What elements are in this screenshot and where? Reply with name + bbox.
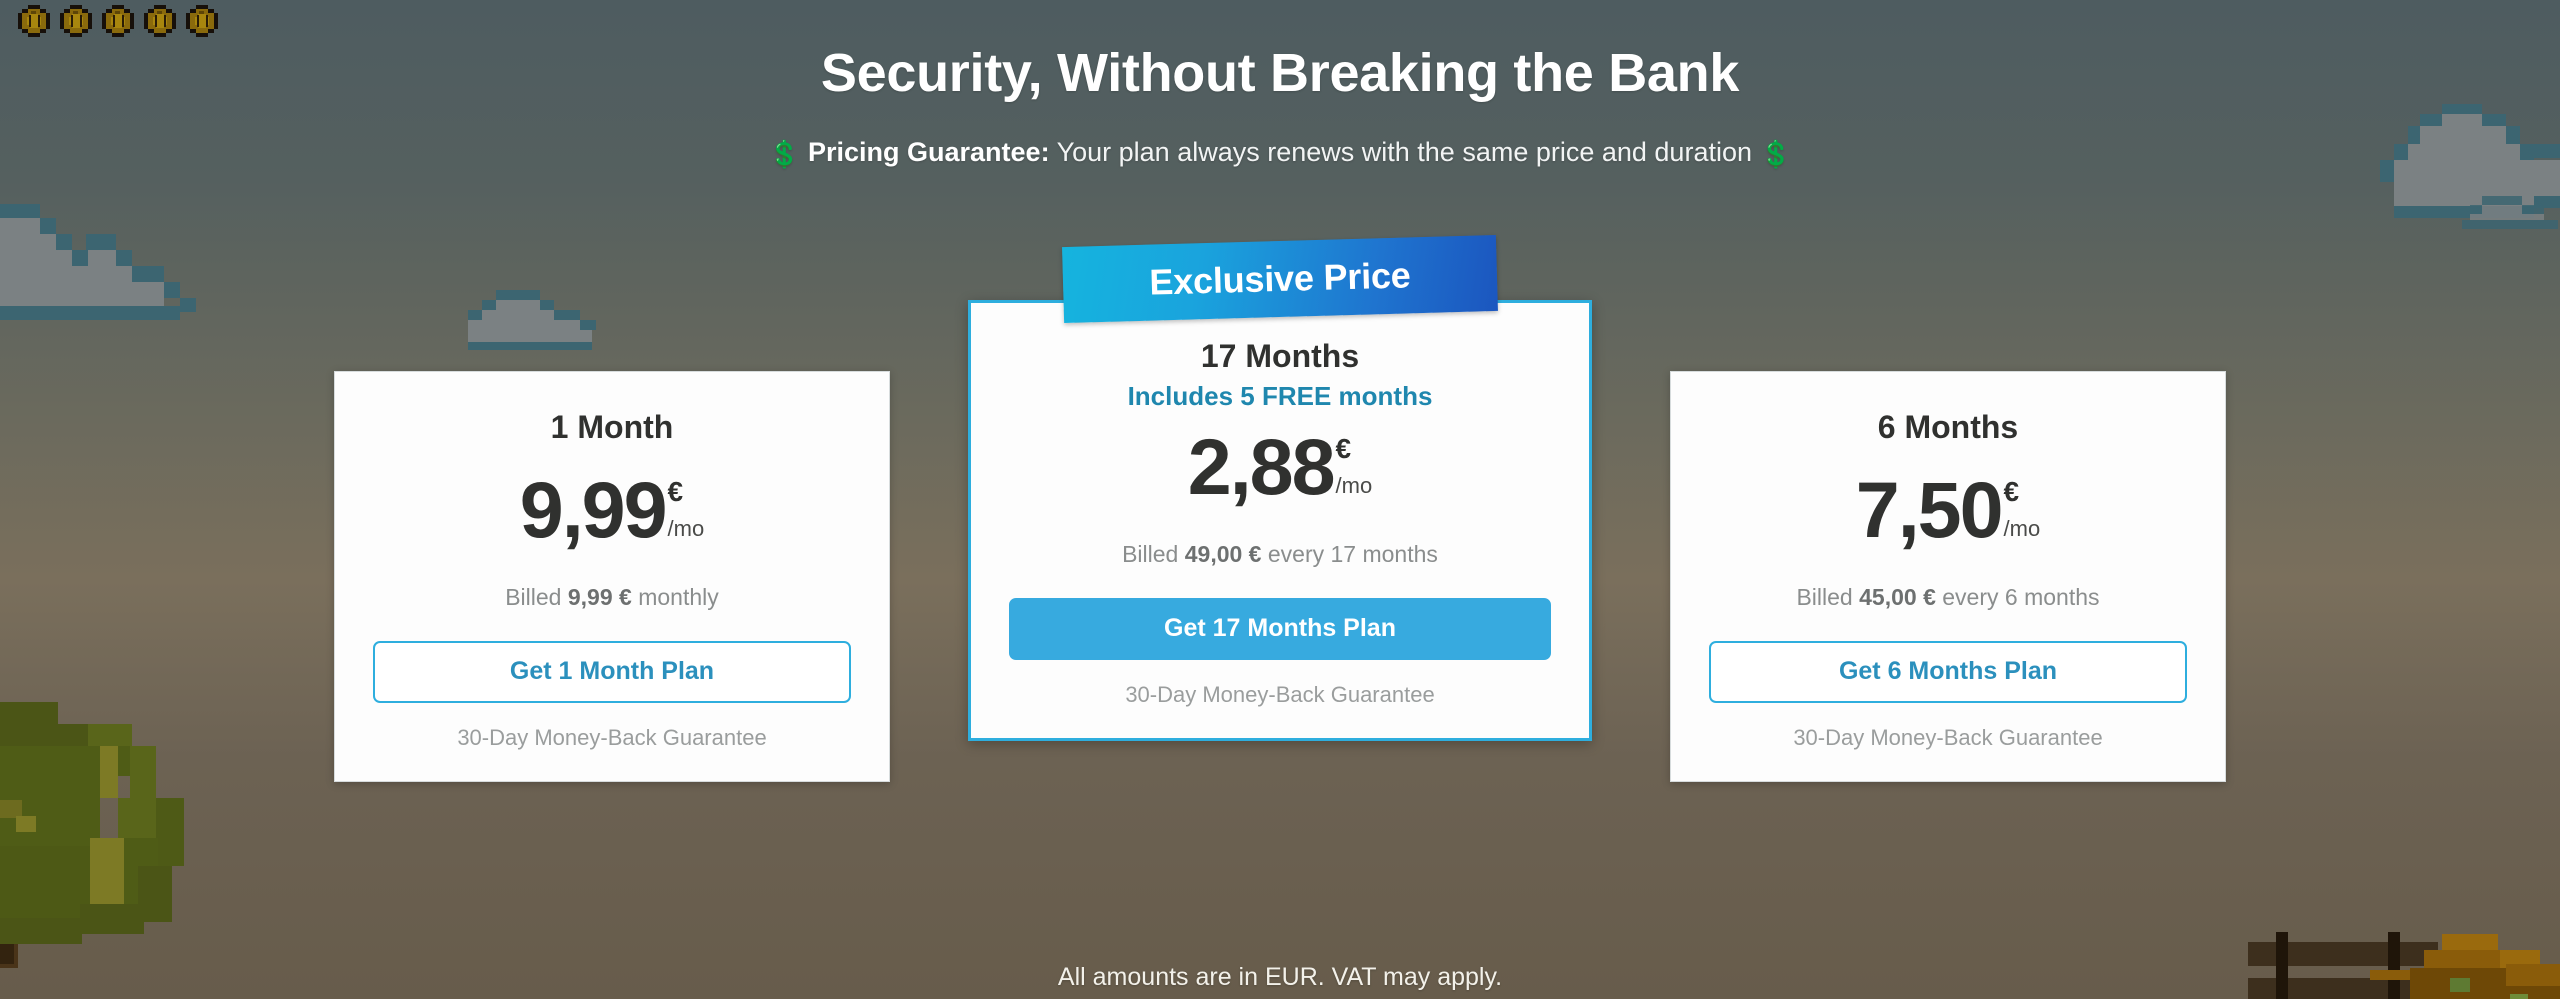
plan-price: 2,88 € /mo <box>1009 422 1551 517</box>
plan-price: 9,99 € /mo <box>373 465 851 560</box>
money-icon-right: 💲 <box>1759 139 1792 169</box>
price-currency: € <box>1335 433 1352 465</box>
exclusive-price-ribbon: Exclusive Price <box>1062 234 1498 324</box>
price-period: /mo <box>1335 473 1373 499</box>
plan-subtitle: Includes 5 FREE months <box>1127 381 1433 412</box>
billing-amount: 45,00 € <box>1859 584 1936 611</box>
billing-suffix: every 17 months <box>1261 541 1438 568</box>
money-icon-left: 💲 <box>768 139 801 169</box>
price-currency: € <box>2003 476 2020 508</box>
billing-amount: 49,00 € <box>1184 541 1262 568</box>
price-suffix: € /mo <box>668 474 705 540</box>
get-plan-button-6-months[interactable]: Get 6 Months Plan <box>1709 641 2187 704</box>
get-plan-button-17-months[interactable]: Get 17 Months Plan <box>1009 598 1551 661</box>
pricing-card-6-months[interactable]: 6 Months 7,50 € /mo Billed 45,00 € every… <box>1670 371 2226 783</box>
billing-prefix: Billed <box>505 584 568 611</box>
plan-title: 1 Month <box>550 409 674 445</box>
billing-suffix: monthly <box>631 584 719 611</box>
get-plan-button-1-month[interactable]: Get 1 Month Plan <box>373 641 851 704</box>
page-title: Security, Without Breaking the Bank <box>820 43 1740 103</box>
plan-title: 17 Months <box>1200 338 1360 374</box>
billing-note: Billed 49,00 € every 17 months <box>1009 541 1551 568</box>
plan-title: 6 Months <box>1877 409 2019 445</box>
billing-note: Billed 9,99 € monthly <box>373 584 851 611</box>
pricing-page-scene: Security, Without Breaking the Bank 💲 Pr… <box>0 0 2560 999</box>
plan-price: 7,50 € /mo <box>1709 465 2187 560</box>
billing-note: Billed 45,00 € every 6 months <box>1709 584 2187 611</box>
price-currency: € <box>667 476 684 508</box>
pricing-card-17-months[interactable]: Exclusive Price 17 Months Includes 5 FRE… <box>968 234 1592 742</box>
pricing-guarantee-banner: 💲 Pricing Guarantee: Your plan always re… <box>0 137 2560 170</box>
price-period: /mo <box>2003 516 2041 542</box>
pricing-card-1-month[interactable]: 1 Month 9,99 € /mo Billed 9,99 € monthly… <box>334 371 890 783</box>
pricing-content: Security, Without Breaking the Bank 💲 Pr… <box>0 0 2560 999</box>
currency-footnote: All amounts are in EUR. VAT may apply. <box>1057 963 1503 991</box>
price-suffix: € /mo <box>1336 431 1373 497</box>
price-amount: 9,99 <box>519 465 668 555</box>
money-back-guarantee: 30-Day Money-Back Guarantee <box>1793 725 2103 751</box>
billing-suffix: every 6 months <box>1935 584 2100 611</box>
price-amount: 7,50 <box>1855 465 2004 555</box>
billing-amount: 9,99 € <box>567 584 632 611</box>
pricing-guarantee-text: Your plan always renews with the same pr… <box>1049 137 1760 167</box>
price-suffix: € /mo <box>2004 474 2041 540</box>
money-back-guarantee: 30-Day Money-Back Guarantee <box>457 725 767 751</box>
money-back-guarantee: 30-Day Money-Back Guarantee <box>1125 682 1435 708</box>
price-amount: 2,88 <box>1187 422 1336 512</box>
billing-prefix: Billed <box>1796 584 1860 611</box>
pricing-guarantee-label: Pricing Guarantee: <box>808 137 1050 167</box>
price-period: /mo <box>667 516 705 542</box>
pricing-cards: 1 Month 9,99 € /mo Billed 9,99 € monthly… <box>0 234 2560 783</box>
billing-prefix: Billed <box>1122 541 1185 568</box>
